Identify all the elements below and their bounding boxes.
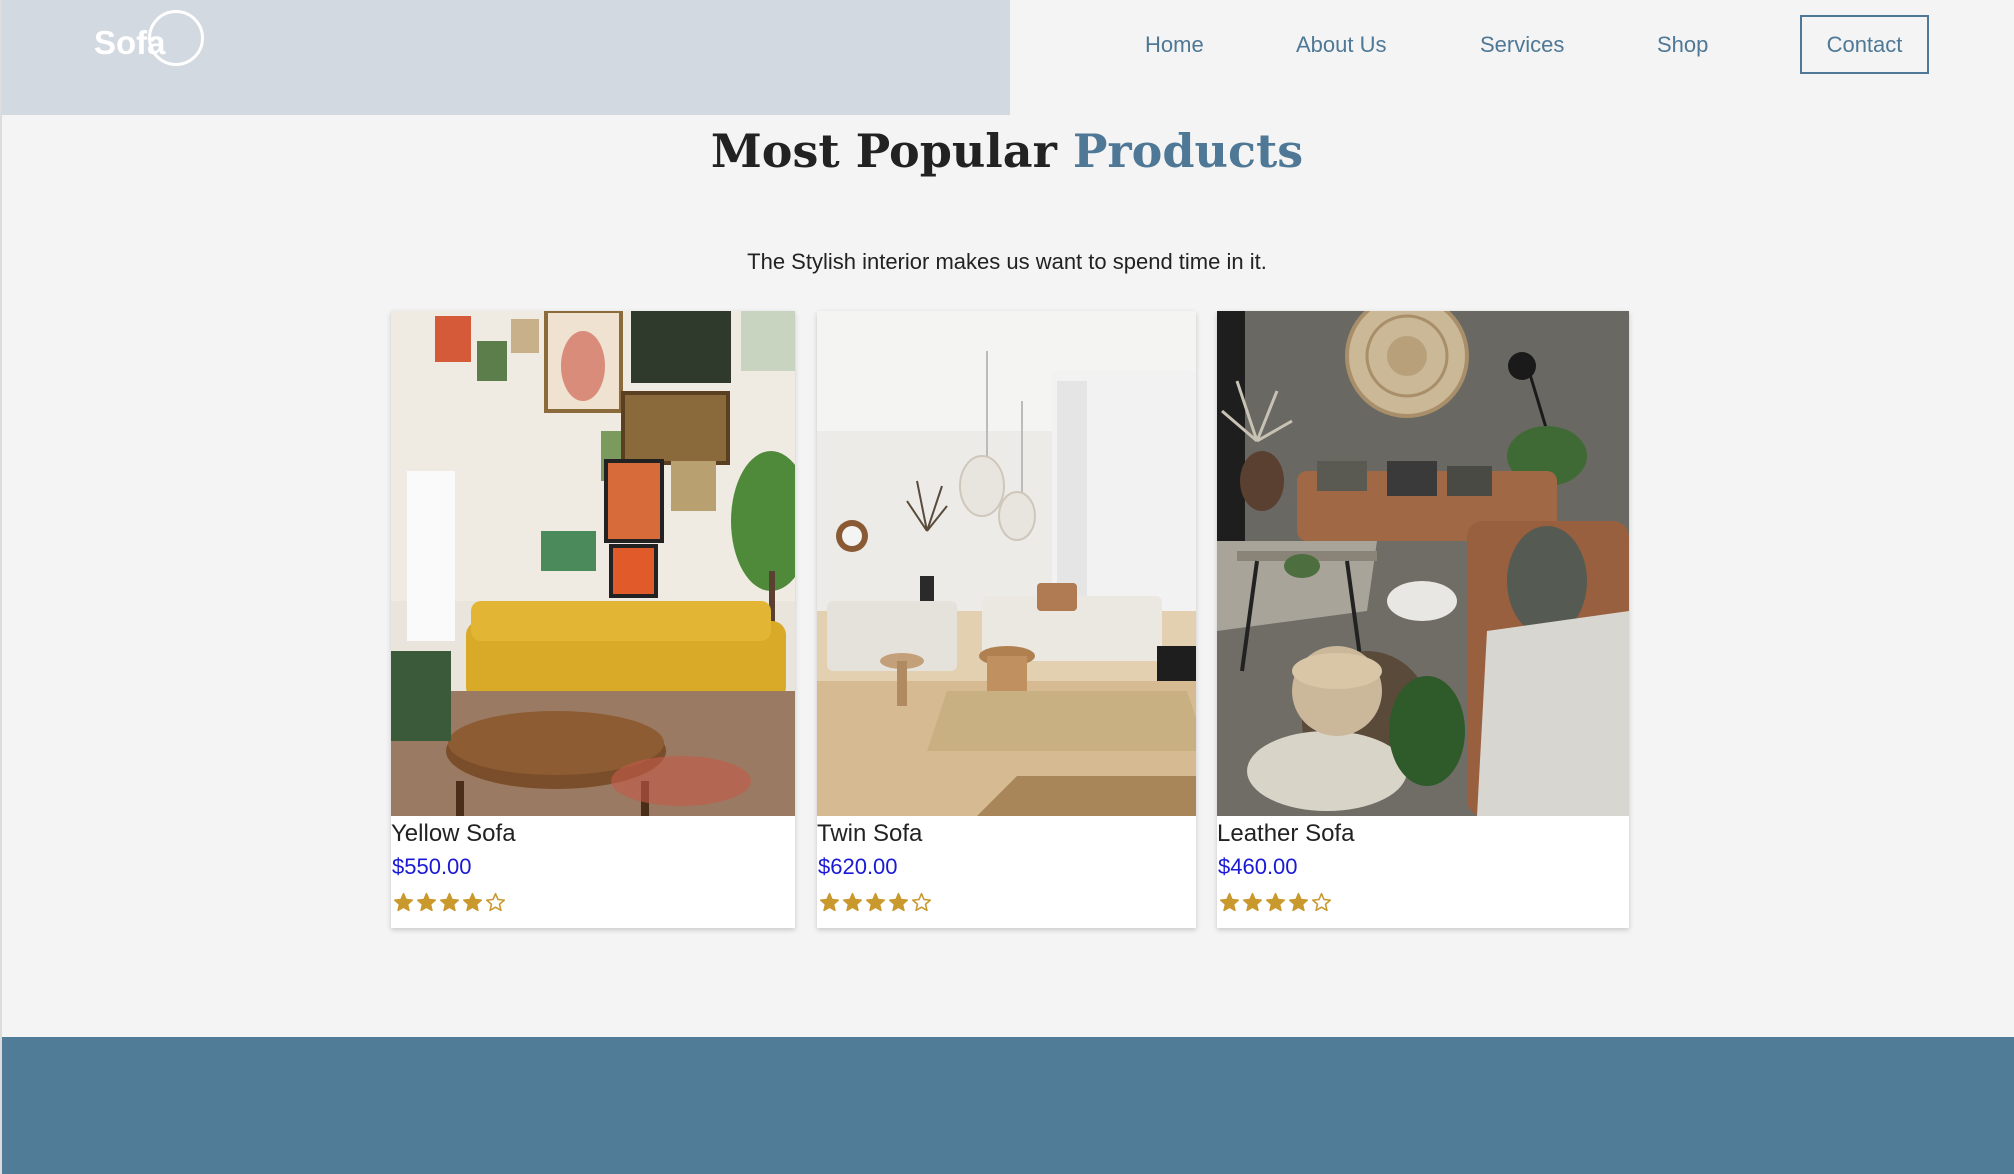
star-filled-icon bbox=[416, 892, 437, 912]
product-rating bbox=[1219, 892, 1332, 913]
star-filled-icon bbox=[1219, 892, 1240, 912]
star-filled-icon bbox=[439, 892, 460, 912]
logo-ring-icon bbox=[148, 10, 204, 66]
header-brand-band: Sofa bbox=[2, 0, 1010, 115]
star-filled-icon bbox=[842, 892, 863, 912]
product-rating bbox=[819, 892, 932, 913]
nav-link-home[interactable]: Home bbox=[1145, 32, 1204, 58]
star-filled-icon bbox=[1265, 892, 1286, 912]
product-image-twin-sofa[interactable] bbox=[817, 311, 1196, 816]
product-name[interactable]: Leather Sofa bbox=[1217, 820, 1354, 848]
product-card-twin-sofa[interactable]: Twin Sofa $620.00 bbox=[817, 311, 1196, 928]
contact-button[interactable]: Contact bbox=[1800, 15, 1929, 74]
star-filled-icon bbox=[819, 892, 840, 912]
star-filled-icon bbox=[462, 892, 483, 912]
page-title: Most Popular Products bbox=[0, 124, 2014, 178]
star-filled-icon bbox=[393, 892, 414, 912]
product-price: $460.00 bbox=[1218, 854, 1298, 879]
product-card-yellow-sofa[interactable]: Yellow Sofa $550.00 bbox=[391, 311, 795, 928]
product-image-yellow-sofa[interactable] bbox=[391, 311, 795, 816]
product-price: $550.00 bbox=[392, 854, 472, 879]
star-outline-icon bbox=[485, 892, 506, 912]
nav-link-about-us[interactable]: About Us bbox=[1296, 32, 1387, 58]
star-filled-icon bbox=[865, 892, 886, 912]
product-price: $620.00 bbox=[818, 854, 898, 879]
nav-link-services[interactable]: Services bbox=[1480, 32, 1564, 58]
nav-link-shop[interactable]: Shop bbox=[1657, 32, 1708, 58]
star-outline-icon bbox=[911, 892, 932, 912]
product-name[interactable]: Yellow Sofa bbox=[391, 820, 516, 848]
site-footer bbox=[2, 1037, 2014, 1174]
site-logo[interactable]: Sofa bbox=[94, 10, 204, 70]
star-outline-icon bbox=[1311, 892, 1332, 912]
product-rating bbox=[393, 892, 506, 913]
section-subtitle: The Stylish interior makes us want to sp… bbox=[747, 249, 1267, 274]
page-title-accent: Products bbox=[1072, 124, 1304, 178]
product-image-leather-sofa[interactable] bbox=[1217, 311, 1629, 816]
product-name[interactable]: Twin Sofa bbox=[817, 820, 922, 848]
star-filled-icon bbox=[1242, 892, 1263, 912]
star-filled-icon bbox=[888, 892, 909, 912]
product-card-leather-sofa[interactable]: Leather Sofa $460.00 bbox=[1217, 311, 1629, 928]
star-filled-icon bbox=[1288, 892, 1309, 912]
page-title-plain: Most Popular bbox=[710, 124, 1073, 178]
